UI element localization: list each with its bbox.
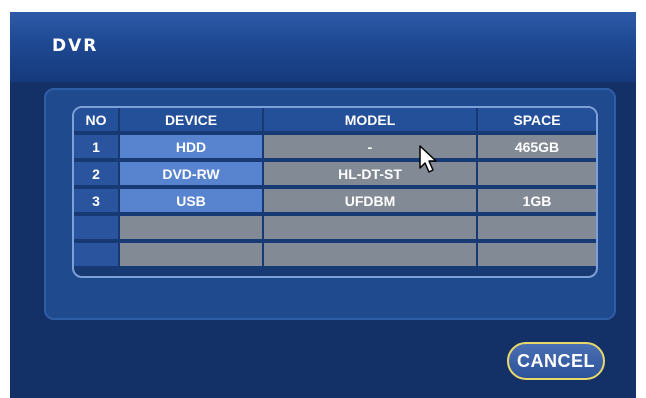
row-number xyxy=(74,243,120,268)
column-header-space: SPACE xyxy=(478,108,596,133)
device-cell xyxy=(120,243,264,268)
window-title: DVR xyxy=(52,36,99,56)
row-number: 1 xyxy=(74,135,120,160)
table-row[interactable]: 1 HDD - 465GB xyxy=(74,135,596,162)
model-cell: - xyxy=(264,135,478,160)
column-header-model: MODEL xyxy=(264,108,478,133)
row-number: 2 xyxy=(74,162,120,187)
column-header-device: DEVICE xyxy=(120,108,264,133)
device-cell xyxy=(120,216,264,241)
device-cell[interactable]: USB xyxy=(120,189,264,214)
device-cell[interactable]: DVD-RW xyxy=(120,162,264,187)
space-cell xyxy=(478,243,596,268)
space-cell: 1GB xyxy=(478,189,596,214)
row-number xyxy=(74,216,120,241)
device-panel: NO DEVICE MODEL SPACE 1 HDD - 465GB 2 DV… xyxy=(44,88,616,320)
model-cell xyxy=(264,216,478,241)
row-number: 3 xyxy=(74,189,120,214)
table-row xyxy=(74,216,596,243)
model-cell: HL-DT-ST xyxy=(264,162,478,187)
model-cell xyxy=(264,243,478,268)
table-header-row: NO DEVICE MODEL SPACE xyxy=(74,108,596,135)
mouse-cursor-icon xyxy=(419,145,437,173)
space-cell xyxy=(478,162,596,187)
column-header-no: NO xyxy=(74,108,120,133)
table-row[interactable]: 2 DVD-RW HL-DT-ST xyxy=(74,162,596,189)
space-cell: 465GB xyxy=(478,135,596,160)
device-table: NO DEVICE MODEL SPACE 1 HDD - 465GB 2 DV… xyxy=(72,106,598,278)
dvr-screen: DVR NO DEVICE MODEL SPACE 1 HDD - 465GB … xyxy=(10,12,636,398)
title-bar: DVR xyxy=(10,12,636,82)
table-row xyxy=(74,243,596,270)
cancel-button[interactable]: CANCEL xyxy=(507,342,605,380)
space-cell xyxy=(478,216,596,241)
device-cell[interactable]: HDD xyxy=(120,135,264,160)
table-row[interactable]: 3 USB UFDBM 1GB xyxy=(74,189,596,216)
model-cell: UFDBM xyxy=(264,189,478,214)
